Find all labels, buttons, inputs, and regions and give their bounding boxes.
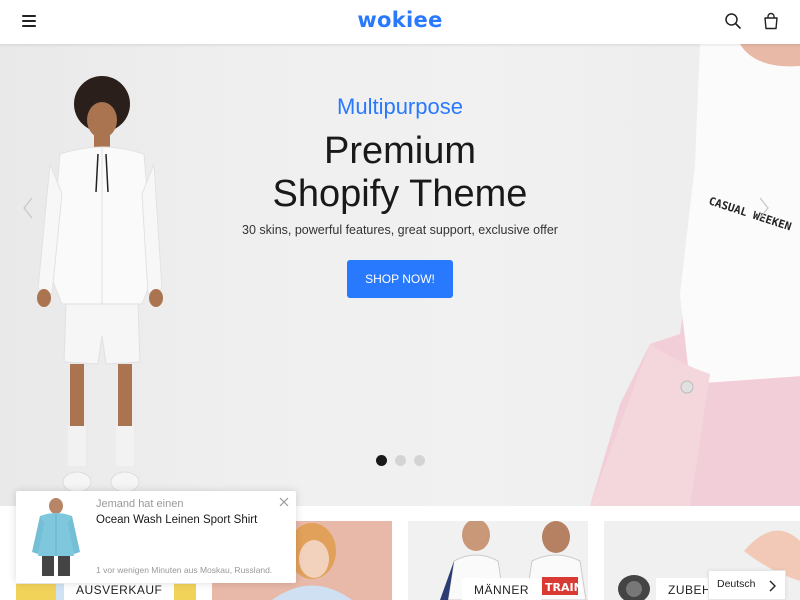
hero-title-line2: Shopify Theme bbox=[272, 173, 528, 215]
product-thumbnail[interactable] bbox=[24, 498, 88, 576]
hero-title-line1: Premium bbox=[323, 130, 477, 172]
hero-title: Premium Shopify Theme bbox=[0, 130, 800, 216]
logo-text[interactable]: wokiee bbox=[357, 8, 442, 32]
site-header: wokiee bbox=[0, 0, 800, 44]
chevron-right-icon bbox=[769, 580, 776, 592]
slider-pagination bbox=[376, 453, 433, 466]
recent-purchase-popup: Jemand hat einen Ocean Wash Leinen Sport… bbox=[16, 491, 296, 583]
popup-intro-text: Jemand hat einen bbox=[96, 498, 184, 510]
search-icon[interactable] bbox=[724, 12, 742, 30]
svg-text:TRAIN: TRAIN bbox=[545, 581, 583, 594]
hero-slider: CASUAL WEEKEN Multipurpose Premium Shopi… bbox=[0, 44, 800, 506]
shopping-bag-icon[interactable] bbox=[762, 12, 780, 30]
logo: wokiee bbox=[0, 8, 800, 32]
hamburger-menu-icon[interactable] bbox=[22, 15, 36, 27]
category-tile-men[interactable]: TRAIN MÄNNER bbox=[408, 521, 588, 600]
slider-dot-2[interactable] bbox=[395, 455, 406, 466]
category-label-men: MÄNNER bbox=[462, 578, 542, 600]
slider-dot-1[interactable] bbox=[376, 455, 387, 466]
language-label: Deutsch bbox=[717, 578, 756, 590]
hero-description: 30 skins, powerful features, great suppo… bbox=[242, 223, 558, 237]
popup-meta-text: 1 vor wenigen Minuten aus Moskau, Russla… bbox=[96, 565, 273, 575]
popup-product-link[interactable]: Ocean Wash Leinen Sport Shirt bbox=[96, 514, 257, 526]
slider-dot-3[interactable] bbox=[414, 455, 425, 466]
shop-now-button[interactable]: SHOP NOW! bbox=[347, 260, 453, 298]
hero-subtitle: Multipurpose bbox=[337, 94, 463, 119]
language-selector[interactable]: Deutsch bbox=[708, 570, 786, 600]
close-icon[interactable] bbox=[278, 496, 290, 508]
